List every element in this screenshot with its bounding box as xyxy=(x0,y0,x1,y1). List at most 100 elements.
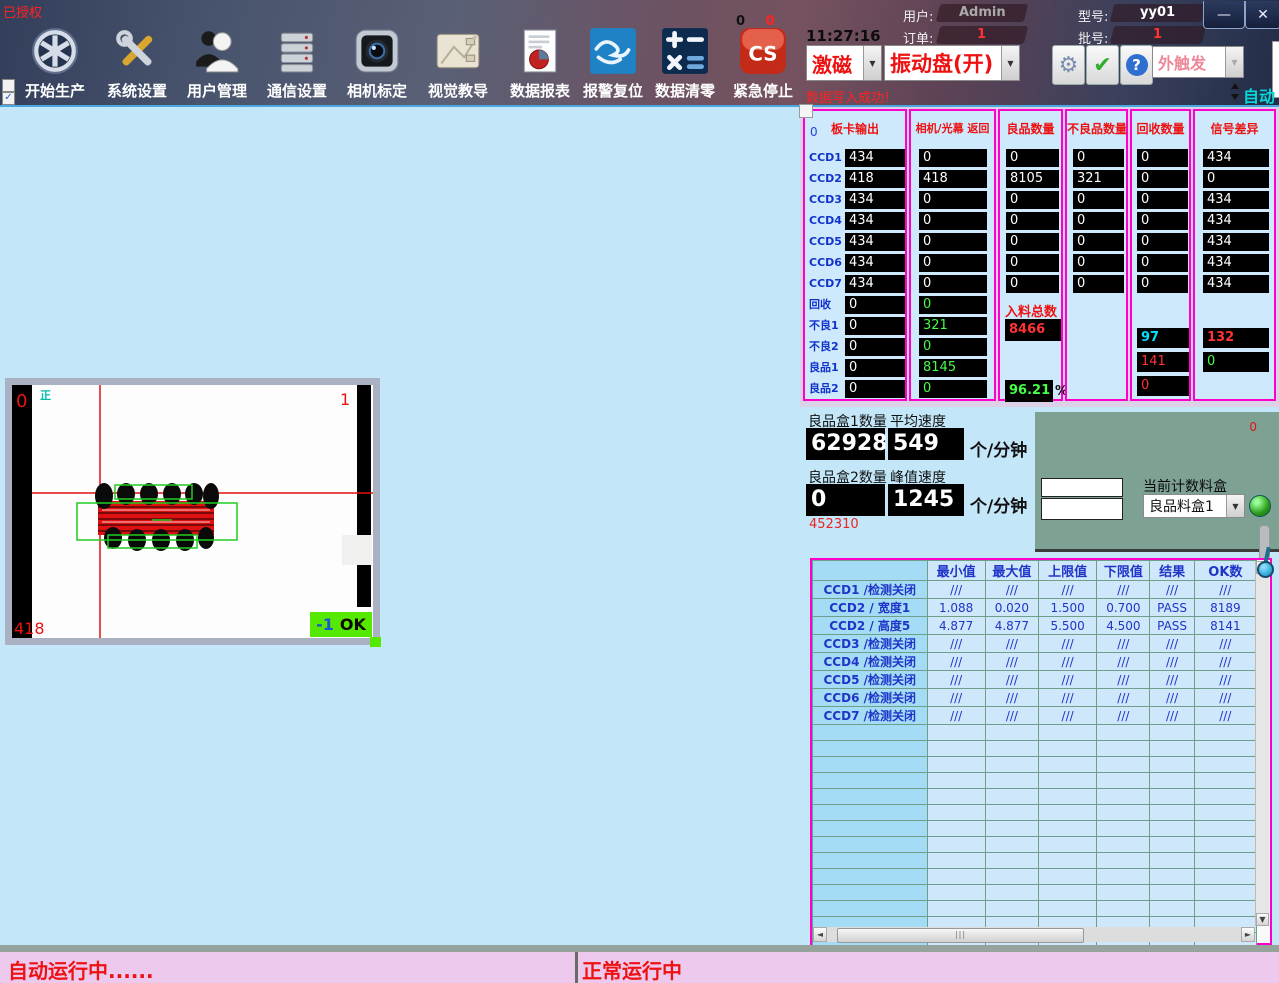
user-value-box: Admin xyxy=(935,4,1029,22)
measure-cell xyxy=(1096,804,1151,821)
tray-select[interactable]: 良品料盒1 ▼ xyxy=(1143,494,1245,518)
measure-header-corner xyxy=(812,560,928,581)
measure-empty-row xyxy=(812,740,1258,757)
measure-cell: /// xyxy=(984,670,1040,689)
scrollbar-thumb[interactable]: ||| xyxy=(837,928,1084,943)
counts-cell: 0 xyxy=(1006,212,1059,230)
measure-row[interactable]: CCD4 /检测关闭////////////////// xyxy=(812,652,1258,671)
measure-cell: 5.500 xyxy=(1037,616,1098,635)
settings-gear-button[interactable]: ⚙ xyxy=(1052,45,1085,85)
batch-value: 1 xyxy=(1153,27,1163,42)
confirm-check-button[interactable]: ✔ xyxy=(1086,45,1119,85)
measure-cell xyxy=(1037,772,1098,789)
counts-cell: 8105 xyxy=(1006,170,1059,188)
data-clear-button[interactable]: 数据清零 xyxy=(646,26,724,101)
measure-row[interactable]: CCD5 /检测关闭////////////////// xyxy=(812,670,1258,689)
measure-row[interactable]: CCD6 /检测关闭////////////////// xyxy=(812,688,1258,707)
counts-checkbox[interactable] xyxy=(799,104,813,118)
scroll-left-icon[interactable]: ◄ xyxy=(813,927,827,942)
counts-cell: 0 xyxy=(919,254,987,272)
counts-cell: 96.21 xyxy=(1005,380,1053,402)
camera-orientation-flag: 正 xyxy=(40,389,51,402)
help-button[interactable]: ? xyxy=(1120,45,1153,85)
measure-cell: /// xyxy=(1096,580,1151,599)
emergency-stop-button[interactable]: CS 紧急停止 xyxy=(724,26,802,101)
system-settings-button[interactable]: 系统设置 xyxy=(98,26,176,101)
question-icon: ? xyxy=(1125,54,1148,76)
horizontal-scrollbar[interactable]: ◄ ► ||| xyxy=(813,927,1255,943)
counts-column: 相机/光幕 返回 0 418 0 0 0 0 0 0 321 0 8145 0 xyxy=(909,109,996,401)
measure-cell: /// xyxy=(1149,634,1195,653)
measure-cell xyxy=(1149,820,1195,837)
counts-row-label: 回收 xyxy=(809,298,831,311)
measure-cell xyxy=(1149,852,1195,869)
measure-cell xyxy=(1149,724,1195,741)
minimize-button[interactable]: — xyxy=(1203,1,1245,29)
vertical-scrollbar[interactable]: ▲ ▼ xyxy=(1255,561,1269,926)
measure-row[interactable]: CCD2 / 宽度1 1.088 0.020 1.500 0.700 PASS 8189 xyxy=(812,598,1258,617)
measure-empty-row xyxy=(812,836,1258,853)
measure-cell: /// xyxy=(1193,580,1258,599)
measure-cell xyxy=(1149,900,1195,917)
counts-cell: 8145 xyxy=(919,359,987,377)
tray-input-1[interactable] xyxy=(1041,478,1123,497)
trigger-dropdown-value: 外触发 xyxy=(1158,54,1207,73)
counts-row-label: 良品2 xyxy=(809,382,839,395)
measure-row-label xyxy=(812,740,928,757)
start-production-button[interactable]: 开始生产 xyxy=(16,26,94,101)
toolbar-checkbox-unchecked[interactable] xyxy=(2,79,15,92)
measure-empty-row xyxy=(812,788,1258,805)
measure-cell xyxy=(984,788,1040,805)
counts-cell: 434 xyxy=(1203,149,1269,167)
measure-column-header: 最小值 xyxy=(926,560,986,581)
measure-cell xyxy=(984,740,1040,757)
measure-row[interactable]: CCD1 /检测关闭////////////////// xyxy=(812,580,1258,599)
chevron-down-icon[interactable]: ▼ xyxy=(1001,46,1019,80)
measure-row[interactable]: CCD7 /检测关闭////////////////// xyxy=(812,706,1258,725)
close-button[interactable]: ✕ xyxy=(1245,1,1279,29)
tray-input-2[interactable] xyxy=(1041,498,1123,520)
measure-row[interactable]: CCD3 /检测关闭////////////////// xyxy=(812,634,1258,653)
spinner-down-icon[interactable] xyxy=(1231,94,1239,100)
counts-row-label: 不良2 xyxy=(809,340,839,353)
trigger-dropdown[interactable]: 外触发 ▼ xyxy=(1152,46,1244,78)
chevron-down-icon[interactable]: ▼ xyxy=(863,46,881,80)
box2-count-value: 0 xyxy=(806,484,885,516)
feed-total-label: 入料总数 xyxy=(1005,305,1058,320)
measure-cell xyxy=(984,852,1040,869)
vision-teaching-button[interactable]: 视觉教导 xyxy=(419,26,497,101)
counts-cell: 0 xyxy=(1006,149,1059,167)
alarm-reset-button[interactable]: 报警复位 xyxy=(574,26,652,101)
measure-cell xyxy=(926,852,986,869)
counts-cell: 0 xyxy=(1006,275,1059,293)
check-icon: ✔ xyxy=(1093,52,1112,78)
scroll-right-icon[interactable]: ► xyxy=(1241,927,1255,942)
counts-column: 信号差异 434 0 434 434 434 434 434 132 0 xyxy=(1193,109,1276,401)
avg-speed-value: 549 xyxy=(888,428,964,460)
vibration-dropdown[interactable]: 振动盘(开) ▼ xyxy=(884,45,1020,81)
authorized-label: 已授权 xyxy=(3,6,43,21)
data-report-button[interactable]: 数据报表 xyxy=(501,26,579,101)
toolbar-item-label: 报警复位 xyxy=(582,82,643,100)
measure-cell: /// xyxy=(984,652,1040,671)
scroll-down-icon[interactable]: ▼ xyxy=(1256,913,1269,926)
measure-row[interactable]: CCD2 / 高度5 4.877 4.877 5.500 4.500 PASS 8141 xyxy=(812,616,1258,635)
toolbar-item-label: 相机标定 xyxy=(346,82,407,100)
cursor-pin-ball xyxy=(1257,561,1274,578)
report-icon xyxy=(523,29,557,73)
spinner-up-icon[interactable] xyxy=(1231,83,1239,89)
toolbar-checkbox-checked[interactable]: ✓ xyxy=(2,92,15,105)
counts-cell: 0 xyxy=(1137,233,1188,251)
measure-cell xyxy=(926,900,986,917)
measure-cell xyxy=(1096,868,1151,885)
counts-cell: 0 xyxy=(1073,149,1124,167)
measure-cell xyxy=(984,836,1040,853)
user-management-button[interactable]: 用户管理 xyxy=(178,26,256,101)
measure-cell xyxy=(1149,884,1195,901)
communication-settings-button[interactable]: 通信设置 xyxy=(258,26,336,101)
excite-dropdown[interactable]: 激磁 ▼ xyxy=(806,45,882,81)
camera-calibration-button[interactable]: 相机标定 xyxy=(338,26,416,101)
measure-empty-row xyxy=(812,820,1258,837)
chevron-down-icon[interactable]: ▼ xyxy=(1226,495,1244,517)
measure-cell xyxy=(984,884,1040,901)
